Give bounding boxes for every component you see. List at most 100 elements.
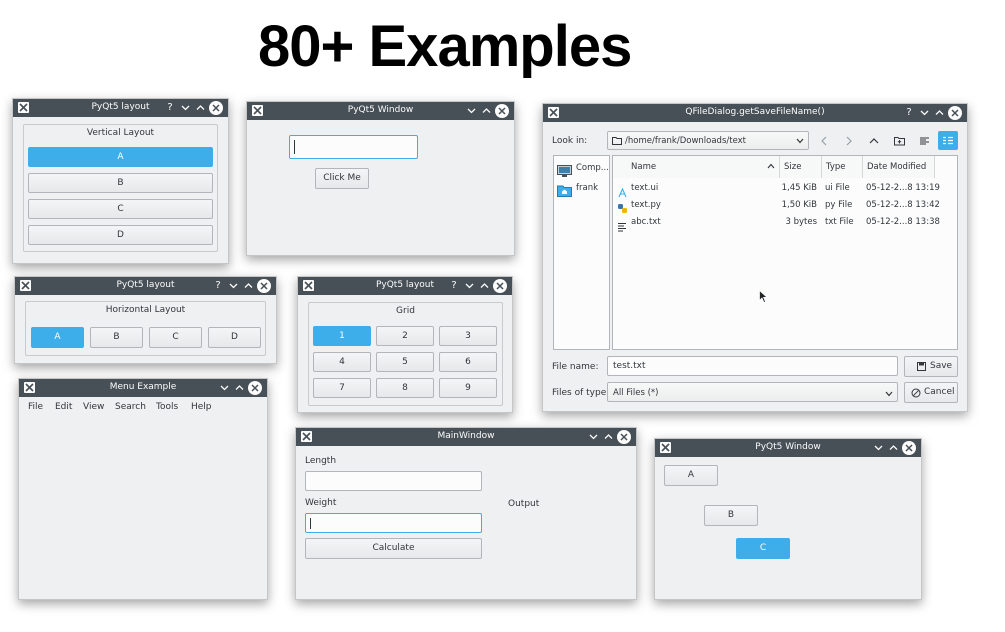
maximize-icon[interactable] xyxy=(931,105,947,121)
button-d[interactable]: D xyxy=(208,327,261,348)
click-me-button[interactable]: Click Me xyxy=(315,168,369,189)
minimize-icon[interactable] xyxy=(916,105,932,121)
button-4[interactable]: 4 xyxy=(313,352,371,372)
help-icon[interactable]: ? xyxy=(210,278,226,294)
file-name-label: File name: xyxy=(552,362,599,372)
file-date: 05-12-2...8 13:38 xyxy=(866,217,940,227)
new-folder-icon[interactable] xyxy=(890,134,908,148)
menu-tools[interactable]: Tools xyxy=(156,402,178,412)
button-1[interactable]: 1 xyxy=(313,326,371,346)
file-row[interactable]: abc.txt 3 bytes txt File 05-12-2...8 13:… xyxy=(613,215,957,232)
column-header-size[interactable]: Size xyxy=(780,156,822,178)
button-a[interactable]: A xyxy=(664,465,718,486)
save-button[interactable]: Save xyxy=(904,356,958,377)
vertical-layout-window: PyQt5 layout ? Vertical Layout A B C D xyxy=(12,98,229,264)
maximize-icon[interactable] xyxy=(478,103,494,119)
file-row[interactable]: text.py 1,50 KiB py File 05-12-2...8 13:… xyxy=(613,198,957,213)
maximize-icon[interactable] xyxy=(885,440,901,456)
file-type: ui File xyxy=(825,183,850,193)
button-d[interactable]: D xyxy=(28,225,213,245)
list-view-icon[interactable] xyxy=(915,134,933,148)
help-icon[interactable]: ? xyxy=(446,278,462,294)
button-c[interactable]: C xyxy=(149,327,202,348)
parent-directory-icon[interactable] xyxy=(865,134,883,148)
calculate-button[interactable]: Calculate xyxy=(305,538,482,559)
close-icon[interactable] xyxy=(495,104,509,118)
menu-help[interactable]: Help xyxy=(191,402,212,412)
text-input[interactable] xyxy=(289,135,418,159)
maximize-icon[interactable] xyxy=(476,278,492,294)
button-a[interactable]: A xyxy=(28,147,213,167)
output-label: Output xyxy=(508,499,540,509)
minimize-icon[interactable] xyxy=(177,100,193,116)
cancel-button[interactable]: Cancel xyxy=(904,382,958,403)
minimize-icon[interactable] xyxy=(463,103,479,119)
menu-file[interactable]: File xyxy=(28,402,43,412)
cancel-icon xyxy=(911,388,921,401)
detail-view-icon[interactable] xyxy=(938,131,958,150)
button-9[interactable]: 9 xyxy=(439,378,497,398)
button-2[interactable]: 2 xyxy=(376,326,434,346)
file-name-input[interactable]: test.txt xyxy=(607,356,898,376)
titlebar[interactable]: Menu Example xyxy=(19,379,267,397)
help-icon[interactable]: ? xyxy=(901,105,917,121)
weight-input[interactable] xyxy=(305,513,482,533)
menu-view[interactable]: View xyxy=(83,402,104,412)
titlebar[interactable]: MainWindow xyxy=(296,428,636,446)
button-b[interactable]: B xyxy=(90,327,143,348)
button-5[interactable]: 5 xyxy=(376,352,434,372)
close-icon[interactable] xyxy=(902,441,916,455)
file-size: 3 bytes xyxy=(785,217,817,227)
menu-search[interactable]: Search xyxy=(115,402,146,412)
minimize-icon[interactable] xyxy=(585,429,601,445)
column-label: Date Modified xyxy=(867,162,927,172)
minimize-icon[interactable] xyxy=(216,380,232,396)
minimize-icon[interactable] xyxy=(870,440,886,456)
column-header-date[interactable]: Date Modified xyxy=(863,156,935,178)
button-b[interactable]: B xyxy=(28,173,213,193)
back-icon[interactable] xyxy=(815,134,833,148)
column-header-type[interactable]: Type xyxy=(822,156,863,178)
close-icon[interactable] xyxy=(209,101,223,115)
titlebar[interactable]: PyQt5 layout ? xyxy=(15,277,276,295)
close-icon[interactable] xyxy=(617,430,631,444)
file-size: 1,50 KiB xyxy=(781,200,817,210)
file-row[interactable]: text.ui 1,45 KiB ui File 05-12-2...8 13:… xyxy=(613,181,957,198)
button-c[interactable]: C xyxy=(736,538,790,559)
computer-icon xyxy=(557,162,572,181)
minimize-icon[interactable] xyxy=(225,278,241,294)
look-in-combo[interactable]: /home/frank/Downloads/text xyxy=(607,131,809,150)
button-a[interactable]: A xyxy=(31,327,84,348)
menu-edit[interactable]: Edit xyxy=(55,402,72,412)
folder-icon xyxy=(612,136,622,148)
length-input[interactable] xyxy=(305,471,482,491)
maximize-icon[interactable] xyxy=(231,380,247,396)
maximize-icon[interactable] xyxy=(192,100,208,116)
close-icon[interactable] xyxy=(948,106,962,120)
minimize-icon[interactable] xyxy=(461,278,477,294)
button-b[interactable]: B xyxy=(704,505,758,526)
button-7[interactable]: 7 xyxy=(313,378,371,398)
place-home[interactable]: frank xyxy=(557,182,611,197)
menu-example-window: Menu Example File Edit View Search Tools… xyxy=(18,378,268,600)
close-icon[interactable] xyxy=(493,279,507,293)
close-icon[interactable] xyxy=(257,279,271,293)
titlebar[interactable]: PyQt5 Window xyxy=(655,439,921,457)
button-8[interactable]: 8 xyxy=(376,378,434,398)
maximize-icon[interactable] xyxy=(240,278,256,294)
forward-icon[interactable] xyxy=(840,134,858,148)
button-c[interactable]: C xyxy=(28,199,213,219)
close-icon[interactable] xyxy=(248,381,262,395)
titlebar[interactable]: PyQt5 layout ? xyxy=(13,99,228,117)
maximize-icon[interactable] xyxy=(600,429,616,445)
file-list[interactable]: Name Size Type Date Modified text.ui 1,4… xyxy=(612,155,958,350)
place-computer[interactable]: Comp... xyxy=(557,162,611,177)
help-icon[interactable]: ? xyxy=(162,100,178,116)
button-3[interactable]: 3 xyxy=(439,326,497,346)
titlebar[interactable]: PyQt5 layout ? xyxy=(298,277,512,295)
titlebar[interactable]: PyQt5 Window xyxy=(247,102,514,120)
file-type-combo[interactable]: All Files (*) xyxy=(607,382,898,402)
titlebar[interactable]: QFileDialog.getSaveFileName() ? xyxy=(543,104,967,122)
column-header-name[interactable]: Name xyxy=(613,156,780,178)
button-6[interactable]: 6 xyxy=(439,352,497,372)
